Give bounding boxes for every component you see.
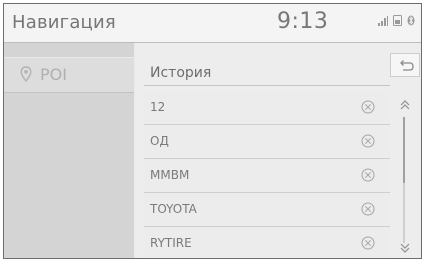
scrollbar-thumb[interactable] (403, 117, 405, 183)
app-title: Навигация (12, 12, 116, 33)
double-chevron-up-icon (400, 100, 410, 110)
delete-icon[interactable] (361, 235, 375, 250)
title-divider (144, 85, 390, 86)
sidebar-item-poi[interactable]: POI (4, 57, 134, 93)
list-item-label: 12 (150, 100, 166, 114)
delete-icon[interactable] (361, 99, 375, 114)
scroll-down-button[interactable] (397, 240, 413, 254)
list-item[interactable]: ОД (144, 125, 390, 159)
delete-icon[interactable] (361, 201, 375, 216)
header-bar: Навигация 9:13 (4, 4, 421, 43)
history-panel: История 12 ОД MMBM TOYOTA RYTIRE (135, 43, 421, 258)
sidebar-item-label: POI (40, 65, 67, 84)
list-item[interactable]: 12 (144, 91, 390, 125)
history-list: 12 ОД MMBM TOYOTA RYTIRE (144, 91, 390, 258)
phone-icon (393, 11, 402, 30)
list-item-label: ОД (150, 134, 169, 148)
double-chevron-down-icon (400, 243, 410, 253)
return-arrow-icon (400, 60, 414, 71)
delete-icon[interactable] (361, 133, 375, 148)
status-icons (378, 15, 415, 30)
navigation-screen: Навигация 9:13 POI История 12 ОД MMBM TO… (3, 3, 422, 259)
list-item[interactable]: RYTIRE (144, 227, 390, 258)
list-item-label: TOYOTA (150, 202, 197, 216)
sidebar: POI (4, 43, 134, 258)
list-item[interactable]: MMBM (144, 159, 390, 193)
back-button[interactable] (390, 53, 420, 77)
signal-bars-icon (378, 11, 388, 30)
map-pin-icon (20, 66, 32, 83)
scroll-up-button[interactable] (397, 97, 413, 111)
list-item[interactable]: TOYOTA (144, 193, 390, 227)
delete-icon[interactable] (361, 167, 375, 182)
bluetooth-icon (407, 11, 415, 30)
list-item-label: MMBM (150, 168, 190, 182)
clock: 9:13 (277, 9, 329, 34)
list-item-label: RYTIRE (150, 236, 192, 250)
page-title: История (150, 65, 212, 81)
